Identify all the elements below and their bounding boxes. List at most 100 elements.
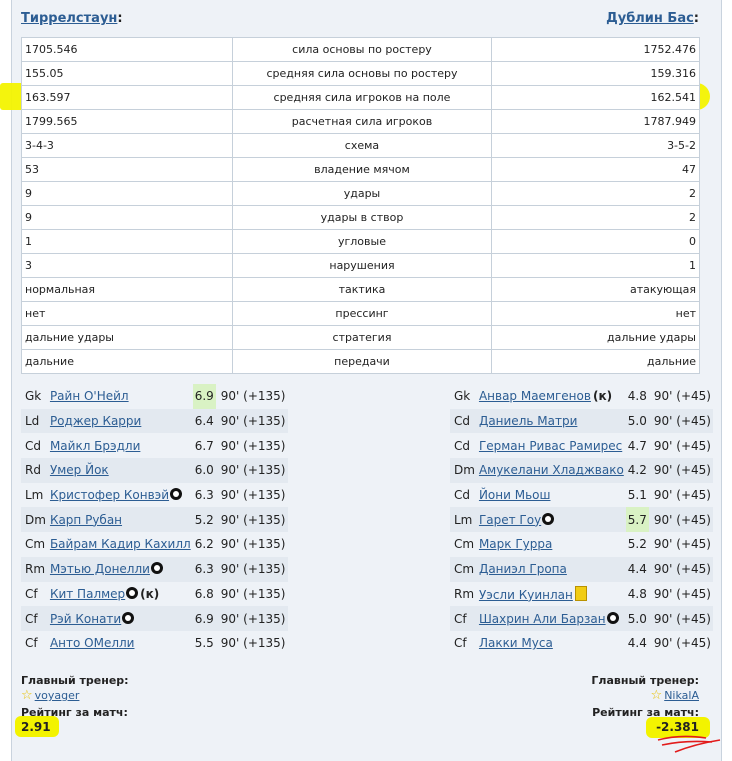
player-name: Даниэл Гропа xyxy=(476,556,626,582)
player-link[interactable]: Мэтью Донелли xyxy=(50,562,150,576)
player-minutes: 90' (+135) xyxy=(220,586,286,601)
player-row: Cf Кит Палмер (к) 6.8 90' (+135) xyxy=(21,582,288,607)
player-position: Cf xyxy=(25,636,38,651)
player-position: Ld xyxy=(21,408,48,434)
away-coach-title: Главный тренер: xyxy=(591,674,699,687)
player-row: Ld Роджер Карри 6.4 90' (+135) xyxy=(21,408,288,434)
home-stat-value: 3-4-3 xyxy=(20,133,234,158)
away-stat-value: дальние удары xyxy=(490,325,701,350)
stat-label: средняя сила основы по ростеру xyxy=(232,61,492,86)
player-link[interactable]: Кристофер Конвэй xyxy=(50,488,169,502)
stat-label: прессинг xyxy=(232,301,492,326)
away-stat-value: 159.316 xyxy=(490,61,701,86)
goal-ball-icon xyxy=(542,512,555,525)
player-link[interactable]: Герман Ривас Рамирес xyxy=(479,439,622,453)
home-stat-value: дальние удары xyxy=(20,325,234,350)
stat-label: нарушения xyxy=(232,253,492,278)
match-stats-table: 1705.546 сила основы по ростеру 1752.476 1… xyxy=(20,37,701,374)
player-position: Lm xyxy=(450,507,477,533)
player-position: Cd xyxy=(450,408,477,434)
home-stat-value: 3 xyxy=(20,253,234,278)
player-minutes: 90' (+135) xyxy=(220,537,286,552)
away-stat-value: 162.541 xyxy=(490,85,701,110)
player-rating: 5.7 xyxy=(625,507,649,533)
player-link[interactable]: Гарет Гоу xyxy=(479,513,541,527)
player-rating: 6.2 xyxy=(194,537,214,552)
stats-row: дальние удары стратегия дальние удары xyxy=(20,325,701,350)
stats-row: 9 удары в створ 2 xyxy=(20,205,701,230)
player-position: Cd xyxy=(454,488,470,503)
player-minutes: 90' (+135) xyxy=(215,556,288,582)
player-name: Мэтью Донелли xyxy=(47,556,193,582)
star-icon: ☆ xyxy=(21,688,33,703)
player-position: Cm xyxy=(450,556,477,582)
stat-label: передачи xyxy=(232,349,492,374)
player-link[interactable]: Кит Палмер xyxy=(50,587,125,601)
player-row: Rd Умер Йок 6.0 90' (+135) xyxy=(21,458,288,483)
player-link[interactable]: Лакки Муса xyxy=(479,636,553,650)
home-team-link[interactable]: Тиррелстаун xyxy=(21,11,117,26)
away-coach-link[interactable]: NikalA xyxy=(664,689,699,702)
player-link[interactable]: Йони Мьош xyxy=(479,488,551,502)
player-position: Dm xyxy=(21,507,48,533)
player-link[interactable]: Анто ОМелли xyxy=(50,636,135,650)
player-rating: 4.2 xyxy=(625,458,649,483)
player-link[interactable]: Уэсли Куинлан xyxy=(479,588,573,602)
player-row: Gk Райн О'Нейл 6.9 90' (+135) xyxy=(21,384,288,409)
player-link[interactable]: Марк Гурра xyxy=(479,537,552,551)
player-name: Уэсли Куинлан xyxy=(477,582,626,607)
player-name: Кит Палмер (к) xyxy=(48,582,193,607)
player-minutes: 90' (+135) xyxy=(220,636,286,651)
player-link[interactable]: Рэй Конати xyxy=(50,612,121,626)
player-minutes: 90' (+135) xyxy=(215,606,288,631)
player-position: Cf xyxy=(25,586,38,601)
player-link[interactable]: Байрам Кадир Кахилл xyxy=(50,537,191,551)
player-position: Cf xyxy=(21,606,48,631)
player-position: Cm xyxy=(25,537,46,552)
player-minutes: 90' (+45) xyxy=(648,606,713,631)
yellow-card-icon xyxy=(574,585,587,601)
player-link[interactable]: Райн О'Нейл xyxy=(50,389,129,403)
player-row: Cf Рэй Конати 6.9 90' (+135) xyxy=(21,606,288,631)
stat-label: владение мячом xyxy=(232,157,492,182)
player-row: Dm Амукелани Хладжвако 4.2 90' (+45) xyxy=(450,458,713,483)
player-minutes: 90' (+45) xyxy=(648,556,713,582)
star-icon: ☆ xyxy=(650,688,663,703)
player-link[interactable]: Амукелани Хладжвако xyxy=(479,463,624,477)
red-underline-mark xyxy=(657,735,721,753)
player-rating: 6.9 xyxy=(192,384,216,409)
player-link[interactable]: Даниэл Гропа xyxy=(479,562,567,576)
stats-row: нет прессинг нет xyxy=(20,301,701,326)
player-row: Cm Даниэл Гропа 4.4 90' (+45) xyxy=(450,556,713,582)
player-link[interactable]: Анвар Маемгенов xyxy=(479,389,591,403)
stats-row: 1 угловые 0 xyxy=(20,229,701,254)
player-link[interactable]: Даниель Матри xyxy=(479,414,577,428)
player-minutes: 90' (+135) xyxy=(220,389,286,404)
player-link[interactable]: Роджер Карри xyxy=(50,414,141,428)
player-link[interactable]: Майкл Брэдли xyxy=(50,439,140,453)
away-stat-value: 3-5-2 xyxy=(490,133,701,158)
player-name: Анто ОМелли xyxy=(48,631,193,656)
away-team-link[interactable]: Дублин Бас xyxy=(606,11,694,26)
away-stat-value: дальние xyxy=(490,349,701,374)
stat-label: тактика xyxy=(232,277,492,302)
player-minutes: 90' (+135) xyxy=(220,488,286,503)
player-position: Dm xyxy=(450,458,477,483)
stat-label: стратегия xyxy=(232,325,492,350)
stats-row: 1705.546 сила основы по ростеру 1752.476 xyxy=(20,37,701,62)
stat-label: удары xyxy=(232,181,492,206)
home-stat-value: 53 xyxy=(20,157,234,182)
stats-row: 3 нарушения 1 xyxy=(20,253,701,278)
player-link[interactable]: Карп Рубан xyxy=(50,513,122,527)
player-minutes: 90' (+45) xyxy=(653,586,711,601)
player-link[interactable]: Шахрин Али Барзан xyxy=(479,612,606,626)
stats-row-highlighted: 163.597 средняя сила игроков на поле 162.5… xyxy=(20,85,701,110)
player-rating: 6.0 xyxy=(192,458,216,483)
player-name: Райн О'Нейл xyxy=(48,384,193,409)
goal-ball-icon xyxy=(170,488,183,501)
player-rating: 6.8 xyxy=(194,586,214,601)
away-stat-value: 1 xyxy=(490,253,701,278)
home-coach-link[interactable]: voyager xyxy=(35,689,80,702)
player-position: Rd xyxy=(21,458,48,483)
player-link[interactable]: Умер Йок xyxy=(50,463,109,477)
